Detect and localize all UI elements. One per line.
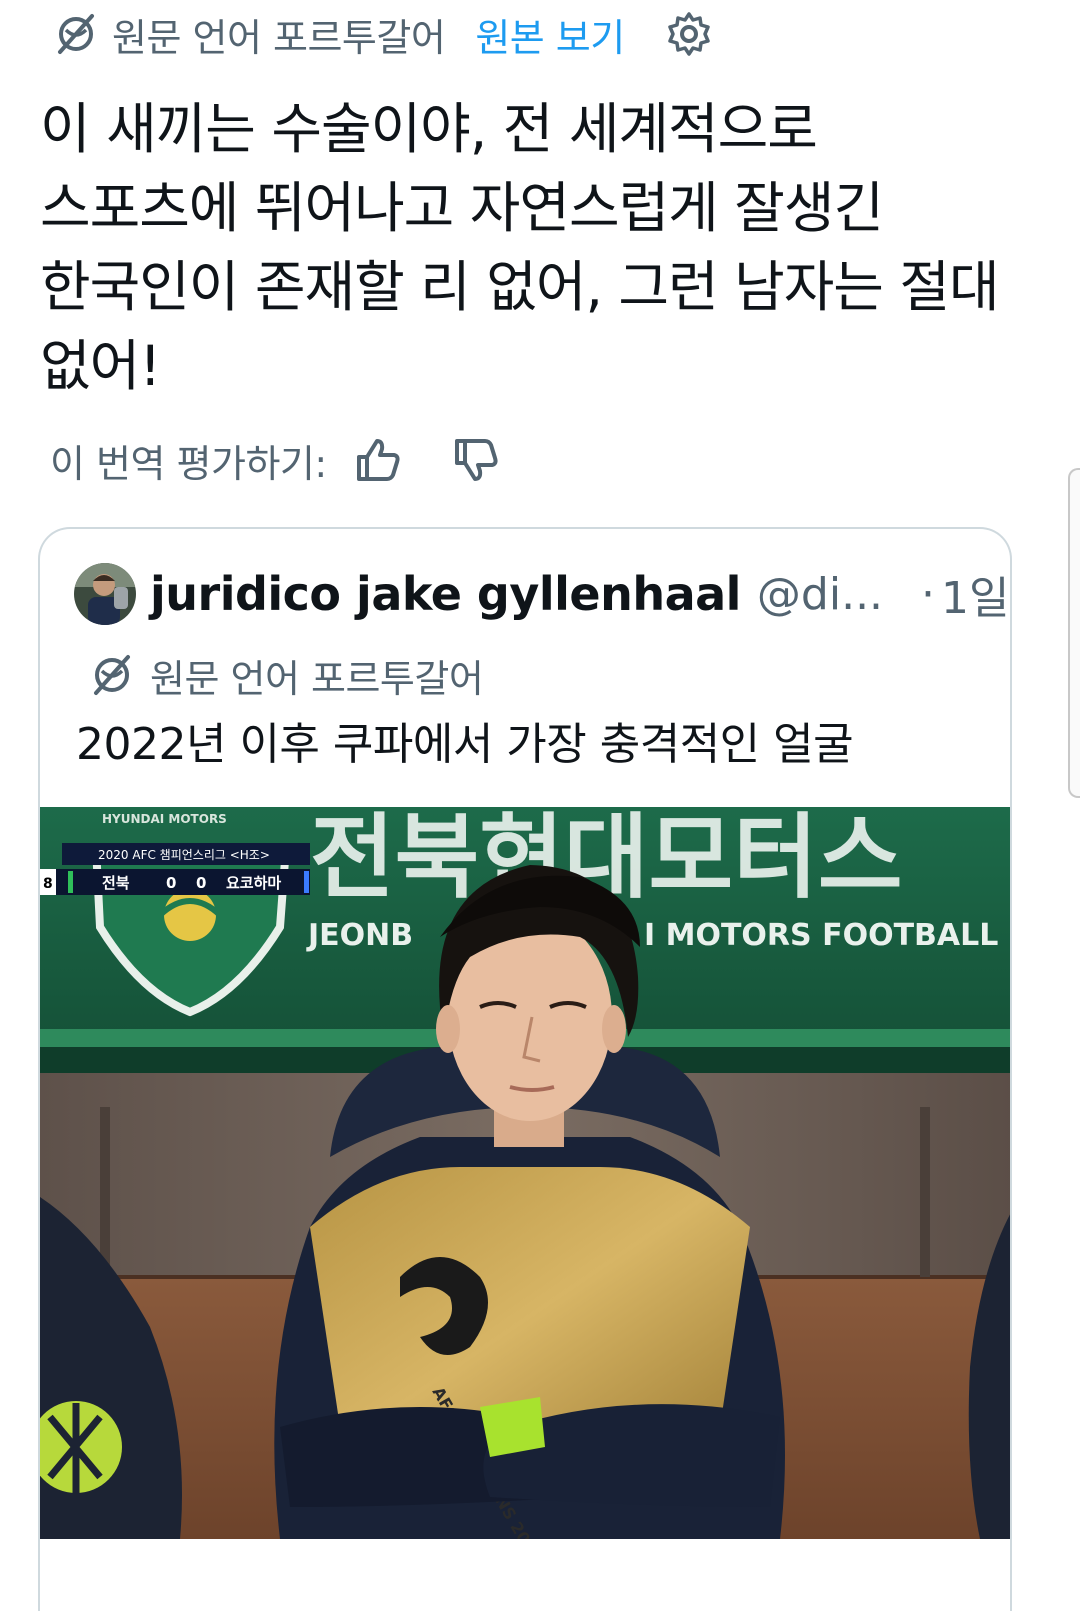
- thumbs-up-icon[interactable]: [353, 435, 403, 485]
- tweet-text: 이 새끼는 수술이야, 전 세계적으로 스포츠에 뛰어나고 자연스럽게 잘생긴 …: [40, 97, 1000, 398]
- quoted-tweet-photo[interactable]: 전북현대모터스 JEONB I MOTORS FOOTBALL HYUNDAI …: [40, 807, 1010, 1539]
- gear-icon[interactable]: [665, 10, 713, 58]
- thumbs-down-icon[interactable]: [451, 435, 501, 485]
- tweet-detail-page: 원문 언어 포르투갈어 원본 보기 이 새끼는 수술이야, 전 세계적으로 스포…: [0, 0, 1080, 1611]
- banner-english-text: JEONB: [306, 918, 413, 953]
- translation-bar: 원문 언어 포르투갈어 원본 보기: [52, 8, 713, 60]
- away-score: 0: [196, 874, 206, 892]
- quoted-translation-bar: 원문 언어 포르투갈어: [88, 647, 484, 703]
- quoted-author-handle[interactable]: @di...: [757, 569, 883, 620]
- globe-strike-icon: [94, 655, 130, 695]
- home-team-name: 전북: [102, 874, 130, 892]
- scoreboard-time: 8: [43, 876, 53, 892]
- quoted-author-name[interactable]: juridico jake gyllenhaal: [150, 567, 741, 621]
- crest-top-text: HYUNDAI MOTORS: [102, 812, 227, 826]
- rate-translation-row: 이 번역 평가하기:: [50, 430, 501, 490]
- away-team-name: 요코하마: [226, 874, 281, 892]
- quoted-source-language-label: 원문 언어 포르투갈어: [150, 656, 484, 701]
- scrollbar[interactable]: [1068, 468, 1080, 798]
- quoted-tweet-text: 2022년 이후 쿠파에서 가장 충격적인 얼굴: [76, 719, 854, 770]
- globe-strike-icon: [58, 14, 94, 54]
- source-language-label: 원문 언어 포르투갈어: [112, 15, 446, 60]
- rate-translation-label: 이 번역 평가하기:: [50, 441, 327, 486]
- separator-dot: ·: [921, 568, 936, 620]
- avatar[interactable]: [74, 563, 136, 625]
- quoted-timestamp[interactable]: 1일: [941, 562, 1009, 626]
- scoreboard-title: 2020 AFC 챔피언스리그 <H조>: [98, 847, 270, 862]
- banner-english-text-2: I MOTORS FOOTBALL: [644, 918, 998, 953]
- view-original-link[interactable]: 원본 보기: [475, 7, 625, 62]
- home-score: 0: [166, 874, 176, 892]
- quoted-tweet-card[interactable]: juridico jake gyllenhaal @di... · 1일 원문 …: [38, 527, 1012, 1611]
- quoted-tweet-header: juridico jake gyllenhaal @di... · 1일: [74, 559, 1010, 629]
